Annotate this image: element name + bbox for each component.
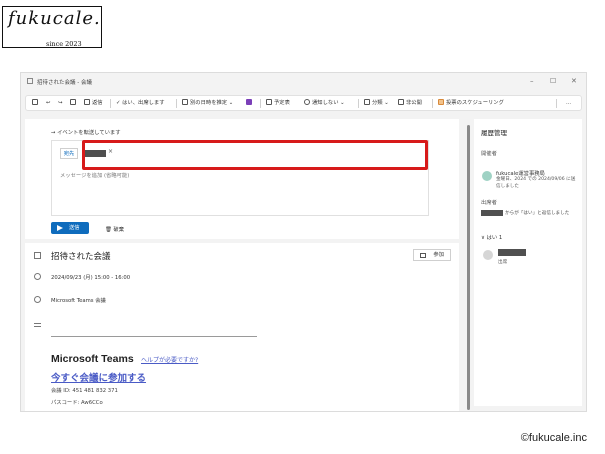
forward-icon[interactable]: ↪	[58, 99, 62, 107]
attendees-label: 出席者	[481, 200, 497, 206]
toolbar-divider	[432, 99, 433, 108]
calendar-button[interactable]: 予定表	[266, 99, 290, 107]
lock-icon	[398, 99, 404, 105]
onenote-button[interactable]	[246, 99, 254, 107]
separator-line	[51, 336, 257, 337]
join-button[interactable]: 参加	[413, 249, 451, 261]
recipient-highlight-box	[82, 140, 428, 170]
discard-button[interactable]: 🗑 破棄	[105, 225, 124, 233]
accepted-group-toggle[interactable]: ∨ はい 1	[481, 233, 502, 241]
calendar-icon	[182, 99, 188, 105]
scheduling-poll-button[interactable]: 投票のスケジューリング	[438, 99, 504, 107]
brand-since: since 2023	[46, 40, 82, 48]
toolbar-reply-button[interactable]: 返信	[84, 99, 103, 107]
forward-compose-panel: → イベントを転送しています 宛先 × メッセージを追加 (省略可能) 送信 🗑…	[25, 119, 459, 239]
sync-icon	[34, 252, 41, 259]
notes-icon	[34, 323, 41, 327]
event-location: Microsoft Teams 会議	[51, 298, 106, 304]
toolbar-divider	[110, 99, 111, 108]
teams-heading: Microsoft Teams	[51, 353, 134, 365]
copy-icon[interactable]	[70, 99, 78, 107]
no-notify-button[interactable]: 通知しない ⌄	[304, 99, 345, 107]
toolbar-divider	[556, 99, 557, 108]
minimize-icon[interactable]: –	[530, 77, 534, 85]
poll-icon	[438, 99, 444, 105]
brand-logo: fukucale.	[8, 8, 101, 29]
accepted-person-status: 出席	[498, 260, 508, 265]
private-button[interactable]: 非公開	[398, 99, 422, 107]
join-meeting-link[interactable]: 今すぐ会議に参加する	[51, 370, 146, 384]
forward-note: → イベントを転送しています	[51, 130, 121, 136]
propose-time-button[interactable]: 別の日時を推定 ⌄	[182, 99, 233, 107]
copyright-text: ©fukucale.inc	[520, 432, 587, 444]
meeting-window: 招待された会議 - 会議 – ☐ ✕ ↩ ↪ 返信 ✓ はい、出席します 別の日…	[20, 72, 587, 412]
reply-icon[interactable]: ↩	[46, 99, 50, 107]
title-bar: 招待された会議 - 会議 – ☐ ✕	[21, 73, 586, 91]
event-datetime: 2024/09/23 (月) 15:00 - 16:00	[51, 275, 131, 281]
location-icon	[34, 296, 41, 303]
ribbon-toolbar: ↩ ↪ 返信 ✓ はい、出席します 別の日時を推定 ⌄ 予定表 通知しない ⌄ …	[25, 95, 582, 111]
clock-icon	[34, 273, 41, 280]
tag-icon	[364, 99, 370, 105]
calendar-grid-icon	[266, 99, 272, 105]
attendee-reply-summary: からが「はい」と返信しました	[505, 211, 570, 216]
attendee-avatar	[483, 250, 493, 260]
toolbar-divider	[358, 99, 359, 108]
tracking-title: 履歴管理	[481, 129, 507, 137]
meeting-id: 会議 ID: 451 481 832 371	[51, 388, 118, 394]
meeting-passcode: パスコード: Aw6CCo	[51, 400, 103, 406]
accepted-person-redacted	[498, 249, 526, 256]
delete-icon[interactable]	[32, 99, 40, 107]
help-link[interactable]: ヘルプが必要ですか?	[141, 355, 198, 364]
send-button[interactable]: 送信	[51, 222, 89, 234]
scrollbar[interactable]	[467, 125, 470, 410]
organizer-label: 開催者	[481, 151, 497, 157]
onenote-icon	[246, 99, 252, 105]
attendee-name-redacted	[481, 210, 503, 216]
maximize-icon[interactable]: ☐	[550, 77, 556, 85]
close-icon[interactable]: ✕	[571, 77, 577, 85]
toolbar-divider	[176, 99, 177, 108]
to-button[interactable]: 宛先	[60, 148, 78, 159]
video-icon	[420, 253, 426, 258]
event-title: 招待された会議	[51, 252, 111, 262]
organizer-avatar	[482, 171, 492, 181]
send-icon	[57, 225, 63, 231]
toolbar-divider	[260, 99, 261, 108]
more-options-button[interactable]: ...	[566, 99, 571, 107]
accept-button[interactable]: ✓ はい、出席します	[116, 99, 165, 107]
categorize-button[interactable]: 分類 ⌄	[364, 99, 389, 107]
tracking-panel: 履歴管理 開催者 fukucale運営事務局 金曜日、2024 での 2024/…	[474, 119, 582, 406]
app-icon	[27, 78, 33, 84]
alarm-icon	[304, 99, 310, 105]
reply-box-icon	[84, 99, 90, 105]
window-title: 招待された会議 - 会議	[37, 80, 92, 86]
event-details-panel: 招待された会議 参加 2024/09/23 (月) 15:00 - 16:00 …	[25, 243, 459, 411]
send-label: 送信	[69, 225, 80, 231]
message-input[interactable]: メッセージを追加 (省略可能)	[60, 171, 129, 179]
organizer-sent-time: 金曜日、2024 での 2024/09/06 に送信しました	[496, 177, 576, 189]
